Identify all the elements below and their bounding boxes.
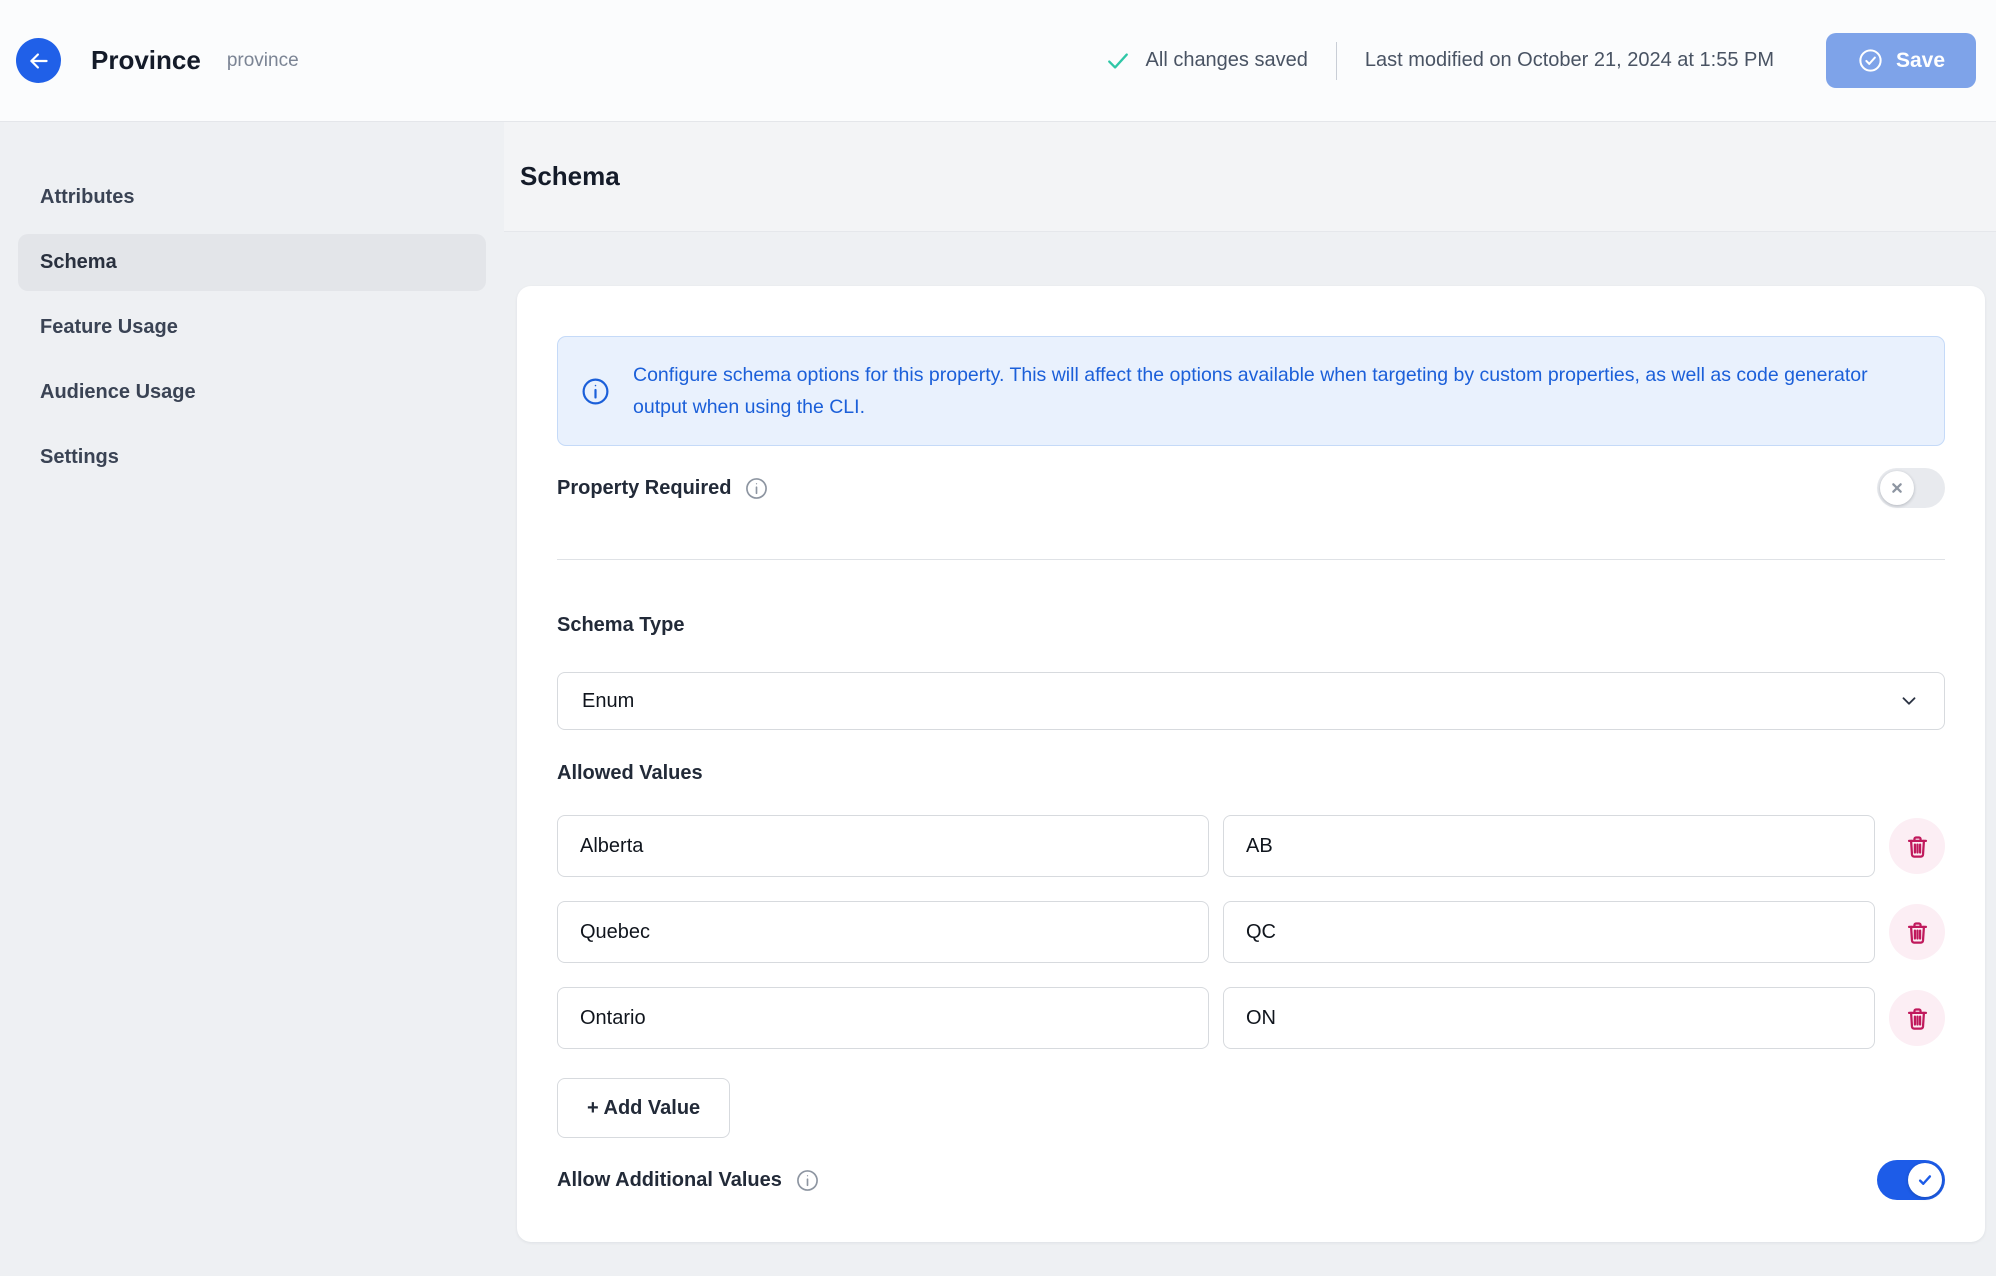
sidebar-item-settings[interactable]: Settings [18,429,486,486]
page-title: Province [91,45,201,76]
trash-icon [1904,919,1931,946]
page-subtitle: province [227,50,299,72]
sidebar-item-attributes[interactable]: Attributes [18,169,486,226]
save-status: All changes saved [1104,47,1308,75]
info-banner-text: Configure schema options for this proper… [633,359,1918,423]
allow-additional-values-row: Allow Additional Values [557,1160,1945,1200]
x-icon [1889,480,1905,496]
value-name-input[interactable] [557,987,1209,1049]
info-icon[interactable] [795,1168,820,1193]
sidebar-item-schema[interactable]: Schema [18,234,486,291]
info-icon [580,376,611,407]
section-title: Schema [520,161,620,192]
sidebar-item-audience-usage[interactable]: Audience Usage [18,364,486,421]
back-button[interactable] [16,38,61,83]
sidebar-item-label: Schema [40,251,117,274]
toggle-knob [1880,471,1914,505]
info-icon[interactable] [744,476,769,501]
allow-additional-values-label: Allow Additional Values [557,1169,782,1192]
section-header: Schema [504,122,1996,232]
value-code-input[interactable] [1223,901,1875,963]
check-icon [1916,1171,1934,1189]
allowed-value-row [557,901,1945,963]
sidebar-item-label: Audience Usage [40,381,196,404]
allowed-value-row [557,987,1945,1049]
sidebar-item-label: Settings [40,446,119,469]
delete-value-button[interactable] [1889,818,1945,874]
schema-type-label: Schema Type [557,614,1945,640]
schema-type-value: Enum [582,690,634,713]
sidebar-item-label: Attributes [40,186,134,209]
top-header: Province province All changes saved Last… [0,0,1996,122]
save-status-text: All changes saved [1146,49,1308,72]
trash-icon [1904,833,1931,860]
schema-type-select[interactable]: Enum [557,672,1945,730]
save-button[interactable]: Save [1826,33,1976,88]
chevron-down-icon [1898,690,1920,712]
circle-check-icon [1857,47,1884,74]
arrow-left-icon [26,48,52,74]
allowed-values-list [557,815,1945,1049]
allow-additional-values-toggle[interactable] [1877,1160,1945,1200]
schema-card: Configure schema options for this proper… [517,286,1985,1242]
info-banner: Configure schema options for this proper… [557,336,1945,446]
save-button-label: Save [1896,49,1945,73]
sidebar-item-label: Feature Usage [40,316,178,339]
main-content: Schema Configure schema options for this… [504,122,1996,1276]
add-value-button[interactable]: + Add Value [557,1078,730,1138]
check-icon [1104,47,1132,75]
section-divider [557,559,1945,560]
property-required-toggle[interactable] [1877,468,1945,508]
trash-icon [1904,1005,1931,1032]
header-divider [1336,42,1337,80]
value-name-input[interactable] [557,901,1209,963]
delete-value-button[interactable] [1889,904,1945,960]
property-required-row: Property Required [557,468,1945,508]
toggle-knob [1908,1163,1942,1197]
sidebar: Attributes Schema Feature Usage Audience… [0,122,504,1276]
sidebar-item-feature-usage[interactable]: Feature Usage [18,299,486,356]
property-required-label: Property Required [557,477,731,500]
delete-value-button[interactable] [1889,990,1945,1046]
allowed-values-label: Allowed Values [557,762,1945,788]
value-code-input[interactable] [1223,987,1875,1049]
value-code-input[interactable] [1223,815,1875,877]
allowed-value-row [557,815,1945,877]
value-name-input[interactable] [557,815,1209,877]
last-modified-text: Last modified on October 21, 2024 at 1:5… [1365,49,1774,72]
